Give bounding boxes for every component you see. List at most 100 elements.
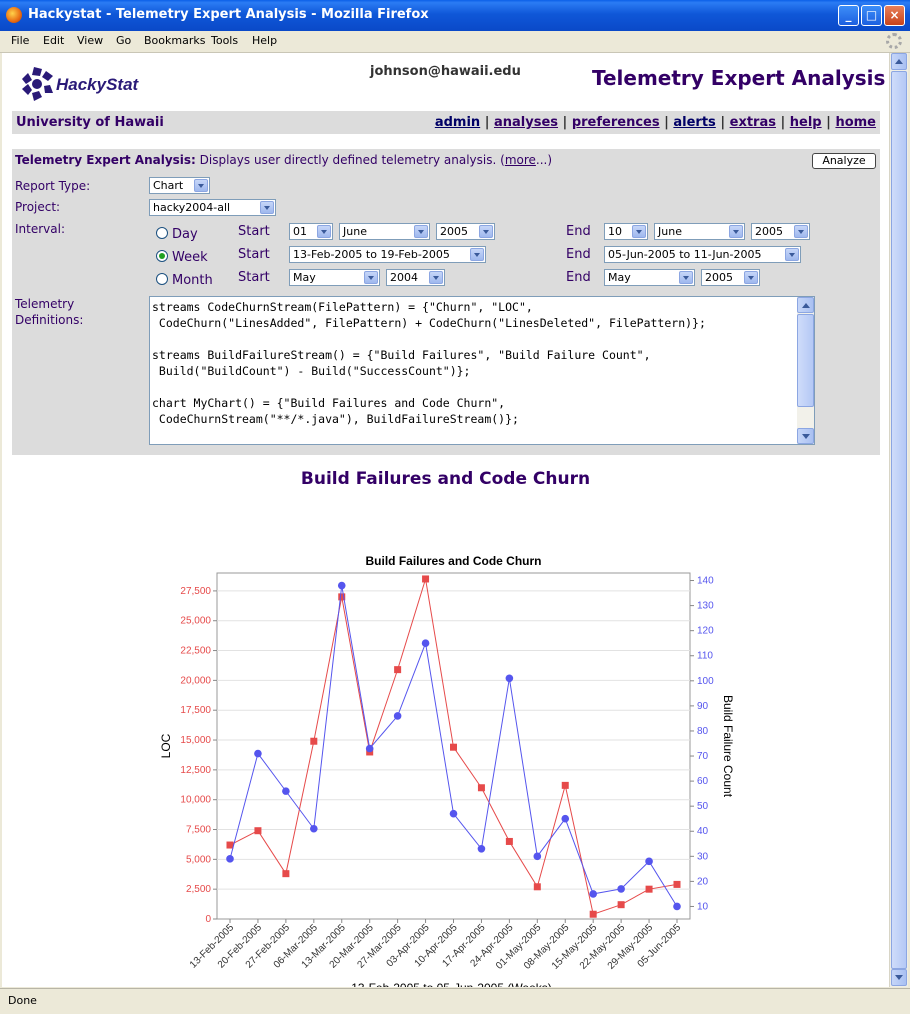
nav-alerts[interactable]: alerts	[673, 115, 715, 130]
scroll-up-icon[interactable]	[797, 297, 814, 313]
scroll-down-icon[interactable]	[797, 428, 814, 444]
y-tick-label: 27,500	[180, 586, 211, 597]
y-tick-label: 17,500	[180, 705, 211, 716]
menu-edit[interactable]: Edit	[43, 34, 64, 47]
chevron-down-icon	[317, 225, 331, 238]
scroll-thumb[interactable]	[891, 71, 907, 969]
chevron-down-icon	[679, 271, 693, 284]
y-axis-label: LOC	[159, 733, 173, 758]
nav-home[interactable]: home	[835, 115, 876, 130]
data-point	[533, 852, 542, 861]
day-end-label: End	[566, 224, 591, 239]
close-button[interactable]: ×	[884, 5, 905, 26]
radio-month[interactable]	[156, 273, 168, 285]
definitions-label: Telemetry	[15, 297, 75, 311]
nav-sep: |	[720, 115, 726, 130]
month-end-year-value: 2005	[705, 271, 733, 284]
maximize-button[interactable]: □	[861, 5, 882, 26]
y2-tick-label: 140	[697, 576, 714, 587]
page-scrollbar[interactable]	[889, 53, 908, 987]
project-select[interactable]: hacky2004-all	[149, 199, 276, 216]
nav-bar: University of Hawaii admin | analyses | …	[12, 111, 880, 134]
day-end-year-select[interactable]: 2005	[751, 223, 810, 240]
month-start-month-value: May	[293, 271, 316, 284]
page-title: Telemetry Expert Analysis	[592, 66, 886, 90]
day-start-day-select[interactable]: 01	[289, 223, 333, 240]
nav-help[interactable]: help	[790, 115, 822, 130]
day-end-month-select[interactable]: June	[654, 223, 745, 240]
week-end-value: 05-Jun-2005 to 11-Jun-2005	[608, 248, 762, 261]
project-label: Project:	[15, 200, 61, 214]
menu-file[interactable]: File	[11, 34, 29, 47]
data-point	[254, 827, 262, 835]
window-title-bar[interactable]: Hackystat - Telemetry Expert Analysis - …	[0, 0, 910, 31]
month-end-month-select[interactable]: May	[604, 269, 695, 286]
day-end-day-select[interactable]: 10	[604, 223, 648, 240]
more-link[interactable]: more	[505, 153, 536, 167]
nav-sep: |	[484, 115, 490, 130]
y-tick-label: 20,000	[180, 675, 211, 686]
definitions-text: streams CodeChurnStream(FilePattern) = {…	[152, 300, 706, 426]
nav-preferences[interactable]: preferences	[572, 115, 660, 130]
menu-bookmarks[interactable]: Bookmarks	[144, 34, 205, 47]
y-tick-label: 0	[205, 914, 211, 925]
radio-week[interactable]	[156, 250, 168, 262]
page-content: HackyStat johnson@hawaii.edu Telemetry E…	[2, 53, 889, 987]
y-tick-label: 15,000	[180, 735, 211, 746]
menu-help[interactable]: Help	[252, 34, 277, 47]
day-start-month-select[interactable]: June	[339, 223, 430, 240]
y-tick-label: 2,500	[186, 884, 211, 895]
day-start-year-select[interactable]: 2005	[436, 223, 495, 240]
y2-tick-label: 130	[697, 601, 714, 612]
radio-day[interactable]	[156, 227, 168, 239]
chevron-down-icon	[470, 248, 484, 261]
nav-admin[interactable]: admin	[435, 115, 480, 130]
day-start-month-value: June	[343, 225, 367, 238]
report-type-select[interactable]: Chart	[149, 177, 210, 194]
scroll-down-icon[interactable]	[891, 969, 907, 986]
data-point	[505, 674, 514, 683]
data-point	[422, 575, 430, 583]
week-end-label: End	[566, 247, 591, 262]
interval-label: Interval:	[15, 222, 65, 236]
month-end-year-select[interactable]: 2005	[701, 269, 760, 286]
analyze-button[interactable]: Analyze	[812, 153, 876, 169]
textarea-scrollbar[interactable]	[797, 297, 814, 444]
data-point	[365, 744, 374, 753]
menu-view[interactable]: View	[77, 34, 103, 47]
y-tick-label: 5,000	[186, 854, 211, 865]
scroll-up-icon[interactable]	[891, 53, 907, 70]
hackystat-logo[interactable]: HackyStat	[20, 65, 150, 105]
week-start-value: 13-Feb-2005 to 19-Feb-2005	[293, 248, 450, 261]
user-email: johnson@hawaii.edu	[370, 64, 521, 79]
definitions-textarea[interactable]: streams CodeChurnStream(FilePattern) = {…	[149, 296, 815, 445]
month-start-year-select[interactable]: 2004	[386, 269, 445, 286]
month-end-label: End	[566, 270, 591, 285]
minimize-button[interactable]: _	[838, 5, 859, 26]
day-start-year-value: 2005	[440, 225, 468, 238]
data-point	[282, 870, 290, 878]
week-start-select[interactable]: 13-Feb-2005 to 19-Feb-2005	[289, 246, 486, 263]
y2-tick-label: 40	[697, 826, 709, 837]
month-start-year-value: 2004	[390, 271, 418, 284]
data-point	[393, 712, 402, 720]
analysis-form: Telemetry Expert Analysis: Displays user…	[12, 149, 880, 455]
week-start-label: Start	[238, 247, 270, 262]
data-point	[226, 841, 234, 849]
chevron-down-icon	[794, 225, 808, 238]
chart: Build Failures and Code Churn 0 2,500 5,000…	[159, 554, 735, 987]
scroll-thumb[interactable]	[797, 314, 814, 407]
nav-extras[interactable]: extras	[730, 115, 776, 130]
month-start-month-select[interactable]: May	[289, 269, 380, 286]
nav-analyses[interactable]: analyses	[494, 115, 558, 130]
data-point	[310, 824, 318, 833]
menu-go[interactable]: Go	[116, 34, 131, 47]
nav-links: admin | analyses | preferences | alerts …	[435, 115, 876, 130]
data-point	[617, 885, 625, 893]
chart-title: Build Failures and Code Churn	[365, 554, 541, 568]
data-point	[421, 639, 430, 648]
week-end-select[interactable]: 05-Jun-2005 to 11-Jun-2005	[604, 246, 801, 263]
menu-tools[interactable]: Tools	[211, 34, 238, 47]
menu-bar: File Edit View Go Bookmarks Tools Help	[0, 31, 910, 53]
data-point	[310, 737, 318, 745]
